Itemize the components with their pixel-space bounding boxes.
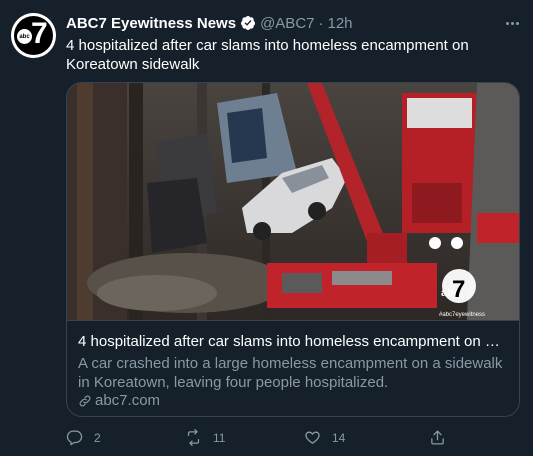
tweet-actions: 2 11 14 [66, 429, 446, 447]
separator-dot: · [318, 14, 324, 32]
avatar[interactable]: abc 7 [11, 13, 56, 58]
tweet[interactable]: abc 7 ABC7 Eyewitness News @ABC7 · 12h 4… [0, 0, 533, 456]
card-image[interactable]: abc 7 #abc7eyewitness [67, 83, 519, 320]
share-icon [431, 430, 444, 445]
author-name[interactable]: ABC7 Eyewitness News [66, 15, 236, 32]
card-title: 4 hospitalized after car slams into home… [78, 333, 508, 350]
watermark-seven: 7 [452, 276, 465, 303]
reply-icon [66, 430, 83, 446]
like-icon [305, 431, 320, 444]
share-button[interactable] [429, 429, 446, 446]
retweet-count: 11 [213, 430, 226, 445]
more-options-icon[interactable] [503, 14, 521, 32]
card-description: A car crashed into a large homeless enca… [78, 355, 503, 391]
like-count: 14 [332, 430, 346, 445]
like-button[interactable]: 14 [304, 429, 345, 446]
reply-button[interactable]: 2 [66, 429, 101, 446]
retweet-button[interactable]: 11 [185, 429, 225, 446]
tweet-header: ABC7 Eyewitness News @ABC7 · 12h [66, 13, 353, 33]
watermark-hashtag: #abc7eyewitness [439, 312, 485, 318]
verified-badge-icon [241, 16, 256, 30]
card-body[interactable]: 4 hospitalized after car slams into home… [67, 320, 519, 416]
link-icon [79, 395, 91, 406]
reply-count: 2 [94, 430, 101, 445]
author-handle[interactable]: @ABC7 [260, 15, 314, 32]
card-domain-text[interactable]: abc7.com [95, 392, 160, 409]
link-card[interactable]: abc 7 #abc7eyewitness 4 hospitalized aft… [66, 82, 520, 417]
retweet-icon [187, 429, 200, 446]
card-domain[interactable]: abc7.com [78, 392, 160, 409]
tweet-time[interactable]: 12h [328, 15, 353, 32]
abc-logo-text: abc [17, 29, 32, 44]
abc7-logo: abc 7 [14, 16, 53, 55]
seven-logo-text: 7 [31, 17, 48, 50]
tweet-text: 4 hospitalized after car slams into home… [66, 37, 469, 73]
